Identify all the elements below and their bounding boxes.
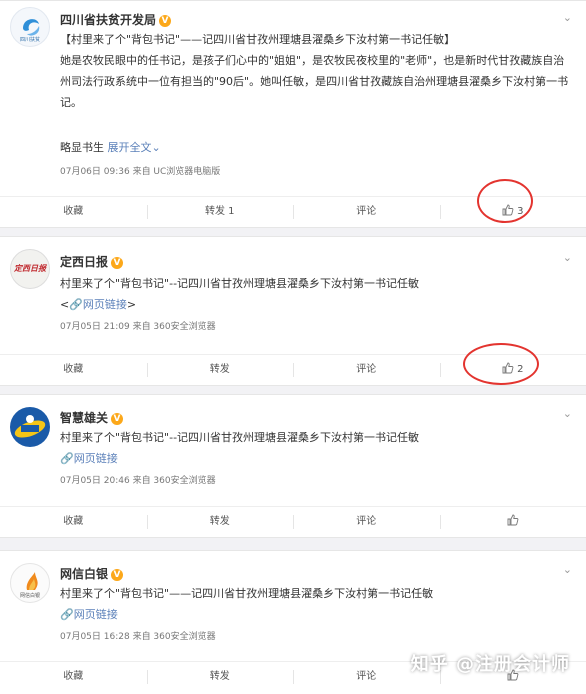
thumbs-up-icon — [507, 514, 519, 526]
verified-v-icon: V — [111, 413, 124, 425]
link-icon: 🔗 — [60, 452, 74, 465]
favorite-button[interactable]: 收藏 — [0, 507, 147, 537]
post-text: 村里来了个"背包书记"——记四川省甘孜州理塘县濯桑乡下汝村第一书记任敏 — [60, 587, 434, 600]
post-body: 她是农牧民眼中的任书记，是孩子们心中的"姐姐"，是农牧民夜校里的"老师"，也是新… — [60, 54, 569, 109]
comment-button[interactable]: 评论 — [293, 197, 440, 227]
avatar-caption: 四川扶贫 — [19, 37, 40, 43]
verified-v-icon: V — [159, 15, 172, 27]
favorite-button[interactable]: 收藏 — [0, 662, 147, 692]
post-headline: 【村里来了个"背包书记"——记四川省甘孜州理塘县濯桑乡下汝村第一书记任敏】 — [60, 33, 456, 46]
account-name[interactable]: 网信白银 V — [60, 565, 124, 582]
avatar-sichuan-poverty[interactable]: 四川扶贫 — [10, 7, 50, 47]
expand-label[interactable]: 展开全文 — [108, 141, 152, 154]
link-line: 🔗网页链接 — [60, 448, 572, 469]
web-link[interactable]: 网页链接 — [74, 452, 118, 465]
repost-button[interactable]: 转发 — [146, 355, 294, 385]
highlight-circle — [463, 343, 539, 385]
link-prefix: < — [60, 298, 70, 311]
comment-button[interactable]: 评论 — [293, 507, 440, 537]
account-name-text[interactable]: 定西日报 — [60, 255, 108, 269]
expand-full-text-link[interactable]: 展开全文⌄ — [108, 141, 161, 154]
link-icon: 🔗 — [60, 608, 74, 621]
avatar-dingxi-daily[interactable]: 定西日报 — [10, 249, 50, 289]
highlight-circle — [477, 179, 533, 223]
post-meta: 07月06日 09:36 来自 UC浏览器电脑版 — [60, 167, 221, 177]
post-footer-line: 略显书生 展开全文⌄ — [60, 137, 572, 158]
repost-button[interactable]: 转发 — [146, 662, 294, 692]
weibo-post-1: 四川扶贫 四川省扶贫开发局 V ⌄ 【村里来了个"背包书记"——记四川省甘孜州理塘… — [0, 0, 586, 228]
account-name-text[interactable]: 网信白银 — [60, 567, 108, 581]
avatar-wangxin-baiyin[interactable]: 网信白银 — [10, 563, 50, 603]
chevron-down-icon[interactable]: ⌄ — [563, 563, 572, 576]
link-line: <🔗网页链接> — [60, 294, 572, 315]
account-name-text[interactable]: 四川省扶贫开发局 — [60, 13, 156, 27]
weibo-post-2: 定西日报 定西日报 V ⌄ 村里来了个"背包书记"--记四川省甘孜州理塘县濯桑乡下… — [0, 236, 586, 386]
zhihu-watermark: 知乎 @注册会计师 — [410, 654, 570, 675]
post-content: 村里来了个"背包书记"--记四川省甘孜州理塘县濯桑乡下汝村第一书记任敏 <🔗网页… — [60, 273, 572, 315]
repost-button[interactable]: 转发 1 — [146, 197, 294, 227]
web-link[interactable]: 网页链接 — [83, 298, 127, 311]
post-content: 村里来了个"背包书记"——记四川省甘孜州理塘县濯桑乡下汝村第一书记任敏 🔗网页链… — [60, 583, 572, 625]
comment-button[interactable]: 评论 — [293, 355, 440, 385]
like-button[interactable] — [439, 507, 586, 537]
favorite-button[interactable]: 收藏 — [0, 355, 147, 385]
account-name[interactable]: 智慧雄关 V — [60, 409, 124, 426]
account-name-text[interactable]: 智慧雄关 — [60, 411, 108, 425]
link-line: 🔗网页链接 — [60, 604, 572, 625]
avatar-caption: 网信白银 — [19, 593, 40, 599]
post-meta: 07月05日 16:28 来自 360安全浏览器 — [60, 632, 216, 642]
avatar-caption: 定西日报 — [14, 264, 46, 273]
action-bar: 收藏 转发 评论 — [0, 506, 586, 537]
account-name[interactable]: 定西日报 V — [60, 253, 124, 270]
web-link[interactable]: 网页链接 — [74, 608, 118, 621]
post-text: 村里来了个"背包书记"--记四川省甘孜州理塘县濯桑乡下汝村第一书记任敏 — [60, 277, 420, 290]
repost-button[interactable]: 转发 — [146, 507, 294, 537]
post-meta: 07月05日 20:46 来自 360安全浏览器 — [60, 476, 216, 486]
link-suffix: > — [126, 298, 137, 311]
post-content: 村里来了个"背包书记"--记四川省甘孜州理塘县濯桑乡下汝村第一书记任敏 🔗网页链… — [60, 427, 572, 469]
favorite-button[interactable]: 收藏 — [0, 197, 147, 227]
account-name[interactable]: 四川省扶贫开发局 V — [60, 11, 172, 28]
author-sign: 略显书生 — [60, 141, 104, 154]
verified-v-icon: V — [111, 257, 124, 269]
post-content: 【村里来了个"背包书记"——记四川省甘孜州理塘县濯桑乡下汝村第一书记任敏】 她是… — [60, 29, 572, 113]
post-text: 村里来了个"背包书记"--记四川省甘孜州理塘县濯桑乡下汝村第一书记任敏 — [60, 431, 420, 444]
verified-v-icon: V — [111, 569, 124, 581]
avatar-zhihui-xiongguan[interactable] — [10, 407, 50, 447]
weibo-post-3: 智慧雄关 V ⌄ 村里来了个"背包书记"--记四川省甘孜州理塘县濯桑乡下汝村第一书… — [0, 394, 586, 538]
post-meta: 07月05日 21:09 来自 360安全浏览器 — [60, 322, 216, 332]
logo-icon — [14, 415, 46, 438]
link-icon: 🔗 — [69, 298, 83, 311]
chevron-down-icon[interactable]: ⌄ — [563, 407, 572, 420]
chevron-down-icon: ⌄ — [151, 141, 161, 154]
chevron-down-icon[interactable]: ⌄ — [563, 11, 572, 24]
chevron-down-icon[interactable]: ⌄ — [563, 251, 572, 264]
